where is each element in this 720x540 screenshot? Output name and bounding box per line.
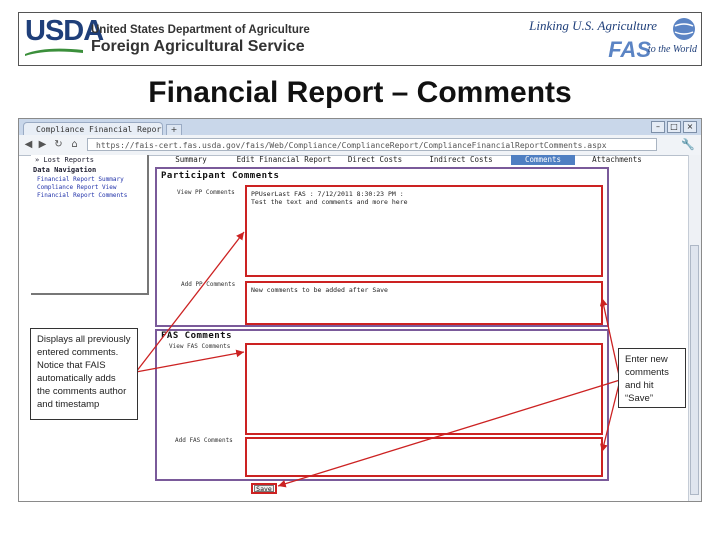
callout-right: Enter new comments and hit “Save”: [618, 348, 686, 408]
tab-direct-costs[interactable]: Direct Costs: [337, 155, 413, 165]
add-fas-comments-label: Add FAS Comments: [175, 437, 233, 444]
view-fas-comments-textarea[interactable]: [245, 343, 603, 435]
tab-summary[interactable]: Summary: [151, 155, 231, 165]
maximize-button[interactable]: □: [667, 121, 681, 133]
address-bar-row: ◀ ▶ ↻ ⌂ https://fais-cert.fas.usda.gov/f…: [19, 135, 701, 156]
view-pp-comments-textarea[interactable]: PPUserLast FAS : 7/12/2011 8:30:23 PM : …: [245, 185, 603, 277]
callout-left: Displays all previously entered comments…: [30, 328, 138, 420]
home-icon[interactable]: ⌂: [69, 139, 80, 150]
reload-icon[interactable]: ↻: [53, 139, 64, 150]
sidebar-link-summary[interactable]: Financial Report Summary: [37, 176, 124, 183]
tab-attachments[interactable]: Attachments: [577, 155, 657, 165]
tab-strip: Compliance Financial Report C + – □ ×: [19, 119, 701, 136]
left-sidebar: » Lost Reports Data Navigation Financial…: [31, 155, 149, 295]
data-navigation-title: Data Navigation: [33, 166, 97, 174]
report-nav-tabs: Summary Edit Financial Report Direct Cos…: [151, 155, 687, 165]
tagline-world-text: to the World: [647, 44, 697, 55]
usda-fas-banner: USDA United States Department of Agricul…: [18, 12, 702, 66]
tab-edit-financial-report[interactable]: Edit Financial Report: [231, 155, 337, 165]
tab-indirect-costs[interactable]: Indirect Costs: [413, 155, 509, 165]
department-name: United States Department of Agriculture: [91, 24, 310, 36]
scrollbar-thumb[interactable]: [690, 245, 699, 495]
url-input[interactable]: https://fais-cert.fas.usda.gov/fais/Web/…: [87, 138, 657, 151]
save-button[interactable]: Save: [254, 485, 274, 493]
view-pp-comments-label: View PP Comments: [177, 189, 235, 196]
globe-icon: [673, 18, 695, 40]
slide-title: Financial Report – Comments: [148, 76, 572, 109]
tagline-text: Linking U.S. Agriculture: [529, 18, 657, 33]
usda-swoosh-icon: [25, 48, 83, 56]
pp-comment-header: PPUserLast FAS : 7/12/2011 8:30:23 PM :: [251, 190, 404, 198]
add-pp-comments-label: Add PP Comments: [181, 281, 236, 288]
back-icon[interactable]: ◀: [23, 139, 34, 150]
fas-logo: FAS: [608, 37, 651, 62]
sidebar-item-lost-reports[interactable]: » Lost Reports: [35, 156, 94, 164]
participant-comments-title: Participant Comments: [161, 171, 280, 181]
browser-window: Compliance Financial Report C + – □ × ◀ …: [18, 118, 702, 502]
page-scrollbar[interactable]: [688, 155, 701, 501]
tab-comments[interactable]: Comments: [511, 155, 575, 165]
agency-name: Foreign Agricultural Service: [91, 38, 305, 55]
pp-new-comment-text: New comments to be added after Save: [251, 286, 388, 294]
add-pp-comments-textarea[interactable]: New comments to be added after Save: [245, 281, 603, 325]
sidebar-link-comments[interactable]: Financial Report Comments: [37, 192, 127, 199]
browser-tab[interactable]: Compliance Financial Report C: [23, 122, 163, 135]
close-button[interactable]: ×: [683, 121, 697, 133]
minimize-button[interactable]: –: [651, 121, 665, 133]
wrench-icon[interactable]: 🔧: [681, 138, 695, 151]
view-fas-comments-label: View FAS Comments: [169, 343, 231, 350]
add-fas-comments-textarea[interactable]: [245, 437, 603, 477]
fas-comments-title: FAS Comments: [161, 331, 233, 341]
pp-comment-body: Test the text and comments and more here: [251, 198, 408, 206]
forward-icon[interactable]: ▶: [37, 139, 48, 150]
sidebar-link-report-view[interactable]: Compliance Report View: [37, 184, 116, 191]
